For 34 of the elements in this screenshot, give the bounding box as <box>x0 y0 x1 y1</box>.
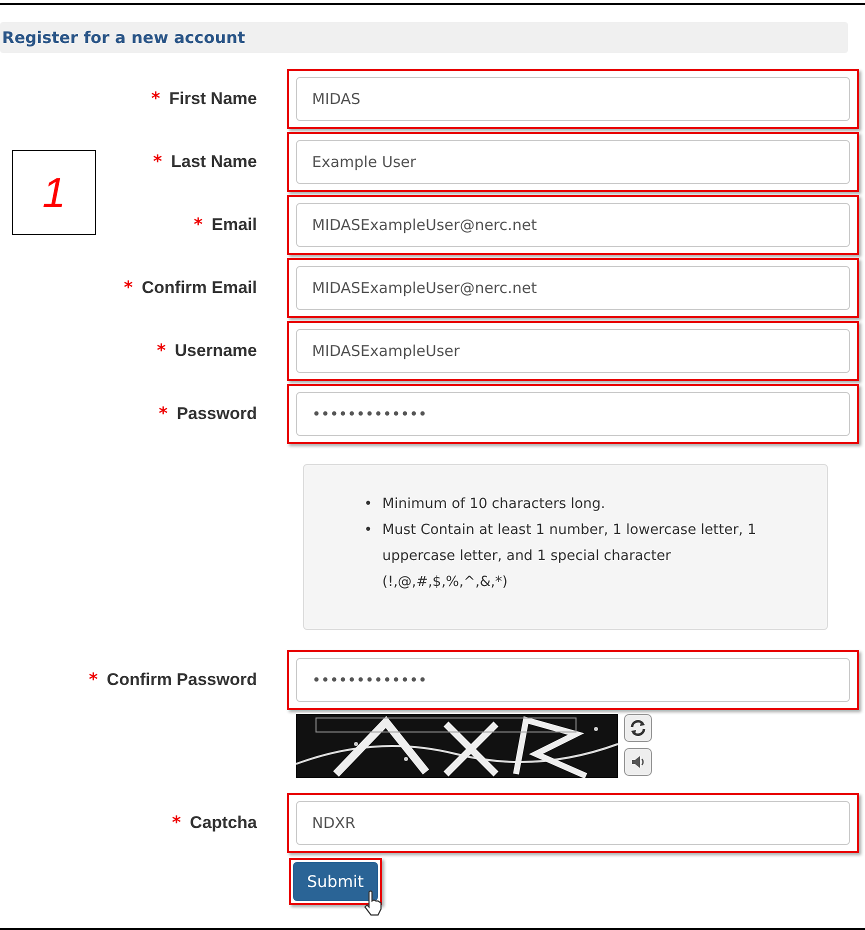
field-label: Confirm Password <box>106 670 257 690</box>
rule-text: Must Contain at least 1 number, 1 lowercase letter, 1 uppercase letter, and 1 special character (!,@,#,$,%,^,&,*) <box>382 521 758 592</box>
input-field[interactable]: ••••••••••••• <box>296 658 850 702</box>
input-field[interactable]: MIDASExampleUser@nerc.net <box>296 203 850 247</box>
required-mark: * <box>156 341 166 361</box>
input-field[interactable]: MIDASExampleUser@nerc.net <box>296 266 850 310</box>
submit-button[interactable]: Submit <box>293 862 378 901</box>
refresh-icon[interactable] <box>624 714 652 742</box>
bullet: • <box>364 495 372 514</box>
input-field[interactable]: ••••••••••••• <box>296 392 850 436</box>
input-field[interactable]: Example User <box>296 140 850 184</box>
rule-text: Minimum of 10 characters long. <box>382 495 606 514</box>
callout-number: 1 <box>12 150 96 235</box>
field-label: First Name <box>169 89 257 109</box>
input-field[interactable]: MIDAS <box>296 77 850 121</box>
input-field[interactable]: MIDASExampleUser <box>296 329 850 373</box>
form-title: Register for a new account <box>1 28 246 47</box>
input-field[interactable]: NDXR <box>296 801 850 845</box>
hand-cursor-icon <box>363 890 383 916</box>
required-mark: * <box>172 813 181 833</box>
required-mark: * <box>151 89 160 109</box>
speaker-icon[interactable] <box>624 748 652 776</box>
required-mark: * <box>158 404 168 424</box>
field-label: Confirm Email <box>142 278 257 298</box>
field-label: Captcha <box>190 813 257 833</box>
field-label: Email <box>212 215 257 235</box>
required-mark: * <box>124 278 133 298</box>
field-label: Password <box>176 404 257 424</box>
bullet: • <box>364 521 372 540</box>
required-mark: * <box>153 152 162 172</box>
field-label: Last Name <box>171 152 257 172</box>
required-mark: * <box>194 215 203 235</box>
field-label: Username <box>174 341 257 361</box>
required-mark: * <box>88 670 98 690</box>
